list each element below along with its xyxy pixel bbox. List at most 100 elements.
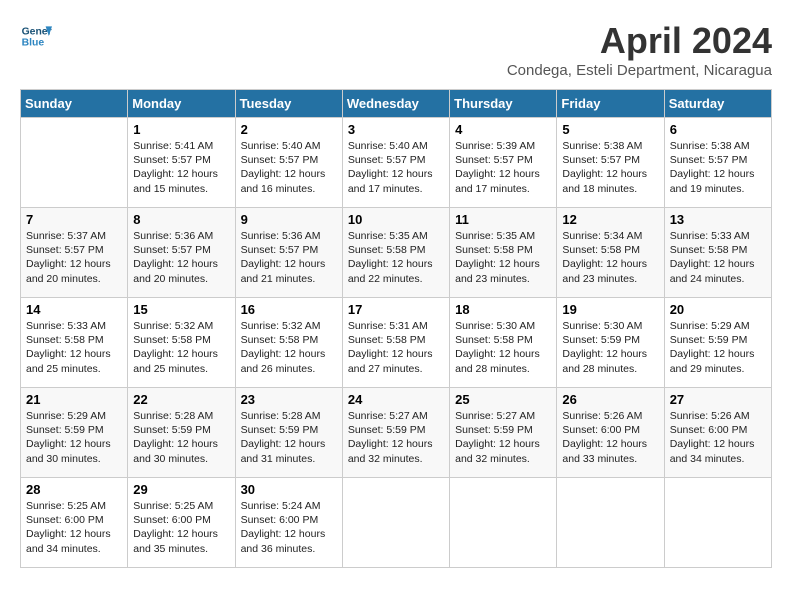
day-number: 29 [133,482,229,497]
day-number: 26 [562,392,658,407]
day-info: Sunrise: 5:28 AM Sunset: 5:59 PM Dayligh… [133,409,229,466]
day-info: Sunrise: 5:24 AM Sunset: 6:00 PM Dayligh… [241,499,337,556]
day-number: 14 [26,302,122,317]
day-info: Sunrise: 5:25 AM Sunset: 6:00 PM Dayligh… [133,499,229,556]
day-number: 25 [455,392,551,407]
calendar-title: April 2024 [507,20,772,62]
day-info: Sunrise: 5:26 AM Sunset: 6:00 PM Dayligh… [670,409,766,466]
calendar-cell: 24 Sunrise: 5:27 AM Sunset: 5:59 PM Dayli… [342,388,449,478]
title-section: April 2024 Condega, Esteli Department, N… [507,20,772,79]
day-info: Sunrise: 5:35 AM Sunset: 5:58 PM Dayligh… [455,229,551,286]
day-info: Sunrise: 5:30 AM Sunset: 5:58 PM Dayligh… [455,319,551,376]
header-saturday: Saturday [664,90,771,118]
day-info: Sunrise: 5:32 AM Sunset: 5:58 PM Dayligh… [241,319,337,376]
calendar-cell [450,478,557,568]
header-tuesday: Tuesday [235,90,342,118]
calendar-cell: 12Sunrise: 5:34 AM Sunset: 5:58 PM Dayli… [557,208,664,298]
header-wednesday: Wednesday [342,90,449,118]
day-info: Sunrise: 5:36 AM Sunset: 5:57 PM Dayligh… [241,229,337,286]
calendar-week-row: 1 Sunrise: 5:41 AM Sunset: 5:57 PM Daylig… [21,118,772,208]
calendar-cell: 10 Sunrise: 5:35 AM Sunset: 5:58 PM Dayli… [342,208,449,298]
day-number: 30 [241,482,337,497]
day-info: Sunrise: 5:26 AM Sunset: 6:00 PM Dayligh… [562,409,658,466]
day-number: 16 [241,302,337,317]
calendar-cell: 30 Sunrise: 5:24 AM Sunset: 6:00 PM Dayli… [235,478,342,568]
calendar-cell: 27 Sunrise: 5:26 AM Sunset: 6:00 PM Dayli… [664,388,771,478]
day-number: 17 [348,302,444,317]
svg-text:Blue: Blue [22,38,45,49]
day-number: 8 [133,212,229,227]
calendar-week-row: 28 Sunrise: 5:25 AM Sunset: 6:00 PM Dayli… [21,478,772,568]
calendar-cell: 9 Sunrise: 5:36 AM Sunset: 5:57 PM Daylig… [235,208,342,298]
calendar-cell: 6 Sunrise: 5:38 AM Sunset: 5:57 PM Daylig… [664,118,771,208]
calendar-cell [342,478,449,568]
day-info: Sunrise: 5:29 AM Sunset: 5:59 PM Dayligh… [670,319,766,376]
day-info: Sunrise: 5:28 AM Sunset: 5:59 PM Dayligh… [241,409,337,466]
day-number: 9 [241,212,337,227]
day-number: 6 [670,122,766,137]
day-number: 24 [348,392,444,407]
logo: General Blue [20,20,52,52]
day-number: 3 [348,122,444,137]
calendar-cell: 17Sunrise: 5:31 AM Sunset: 5:58 PM Dayli… [342,298,449,388]
calendar-week-row: 7 Sunrise: 5:37 AM Sunset: 5:57 PM Daylig… [21,208,772,298]
day-info: Sunrise: 5:30 AM Sunset: 5:59 PM Dayligh… [562,319,658,376]
day-number: 27 [670,392,766,407]
day-info: Sunrise: 5:40 AM Sunset: 5:57 PM Dayligh… [241,139,337,196]
day-number: 7 [26,212,122,227]
calendar-cell: 14 Sunrise: 5:33 AM Sunset: 5:58 PM Dayli… [21,298,128,388]
day-number: 21 [26,392,122,407]
day-info: Sunrise: 5:41 AM Sunset: 5:57 PM Dayligh… [133,139,229,196]
day-info: Sunrise: 5:40 AM Sunset: 5:57 PM Dayligh… [348,139,444,196]
calendar-cell: 5 Sunrise: 5:38 AM Sunset: 5:57 PM Daylig… [557,118,664,208]
calendar-cell: 21 Sunrise: 5:29 AM Sunset: 5:59 PM Dayli… [21,388,128,478]
day-info: Sunrise: 5:33 AM Sunset: 5:58 PM Dayligh… [26,319,122,376]
day-info: Sunrise: 5:29 AM Sunset: 5:59 PM Dayligh… [26,409,122,466]
header-friday: Friday [557,90,664,118]
day-number: 18 [455,302,551,317]
day-number: 2 [241,122,337,137]
calendar-cell [664,478,771,568]
day-number: 15 [133,302,229,317]
calendar-cell: 26 Sunrise: 5:26 AM Sunset: 6:00 PM Dayli… [557,388,664,478]
day-info: Sunrise: 5:32 AM Sunset: 5:58 PM Dayligh… [133,319,229,376]
calendar-cell: 22Sunrise: 5:28 AM Sunset: 5:59 PM Dayli… [128,388,235,478]
calendar-cell [557,478,664,568]
calendar-cell: 7 Sunrise: 5:37 AM Sunset: 5:57 PM Daylig… [21,208,128,298]
calendar-week-row: 14 Sunrise: 5:33 AM Sunset: 5:58 PM Dayli… [21,298,772,388]
header-sunday: Sunday [21,90,128,118]
calendar-cell [21,118,128,208]
calendar-cell: 19Sunrise: 5:30 AM Sunset: 5:59 PM Dayli… [557,298,664,388]
calendar-subtitle: Condega, Esteli Department, Nicaragua [507,62,772,79]
calendar-table: SundayMondayTuesdayWednesdayThursdayFrid… [20,89,772,568]
calendar-cell: 15 Sunrise: 5:32 AM Sunset: 5:58 PM Dayli… [128,298,235,388]
calendar-cell: 28Sunrise: 5:25 AM Sunset: 6:00 PM Dayli… [21,478,128,568]
calendar-cell: 13Sunrise: 5:33 AM Sunset: 5:58 PM Dayli… [664,208,771,298]
day-info: Sunrise: 5:27 AM Sunset: 5:59 PM Dayligh… [348,409,444,466]
day-number: 1 [133,122,229,137]
calendar-cell: 25 Sunrise: 5:27 AM Sunset: 5:59 PM Dayli… [450,388,557,478]
day-number: 5 [562,122,658,137]
day-info: Sunrise: 5:37 AM Sunset: 5:57 PM Dayligh… [26,229,122,286]
day-number: 23 [241,392,337,407]
calendar-cell: 3 Sunrise: 5:40 AM Sunset: 5:57 PM Daylig… [342,118,449,208]
day-number: 4 [455,122,551,137]
day-number: 28 [26,482,122,497]
day-info: Sunrise: 5:38 AM Sunset: 5:57 PM Dayligh… [670,139,766,196]
calendar-cell: 29 Sunrise: 5:25 AM Sunset: 6:00 PM Dayli… [128,478,235,568]
day-info: Sunrise: 5:35 AM Sunset: 5:58 PM Dayligh… [348,229,444,286]
calendar-cell: 1 Sunrise: 5:41 AM Sunset: 5:57 PM Daylig… [128,118,235,208]
day-info: Sunrise: 5:38 AM Sunset: 5:57 PM Dayligh… [562,139,658,196]
day-number: 10 [348,212,444,227]
day-number: 20 [670,302,766,317]
day-info: Sunrise: 5:34 AM Sunset: 5:58 PM Dayligh… [562,229,658,286]
day-info: Sunrise: 5:39 AM Sunset: 5:57 PM Dayligh… [455,139,551,196]
calendar-week-row: 21 Sunrise: 5:29 AM Sunset: 5:59 PM Dayli… [21,388,772,478]
day-number: 11 [455,212,551,227]
calendar-cell: 20 Sunrise: 5:29 AM Sunset: 5:59 PM Dayli… [664,298,771,388]
day-info: Sunrise: 5:36 AM Sunset: 5:57 PM Dayligh… [133,229,229,286]
calendar-cell: 2 Sunrise: 5:40 AM Sunset: 5:57 PM Daylig… [235,118,342,208]
day-number: 13 [670,212,766,227]
day-info: Sunrise: 5:27 AM Sunset: 5:59 PM Dayligh… [455,409,551,466]
calendar-cell: 8 Sunrise: 5:36 AM Sunset: 5:57 PM Daylig… [128,208,235,298]
